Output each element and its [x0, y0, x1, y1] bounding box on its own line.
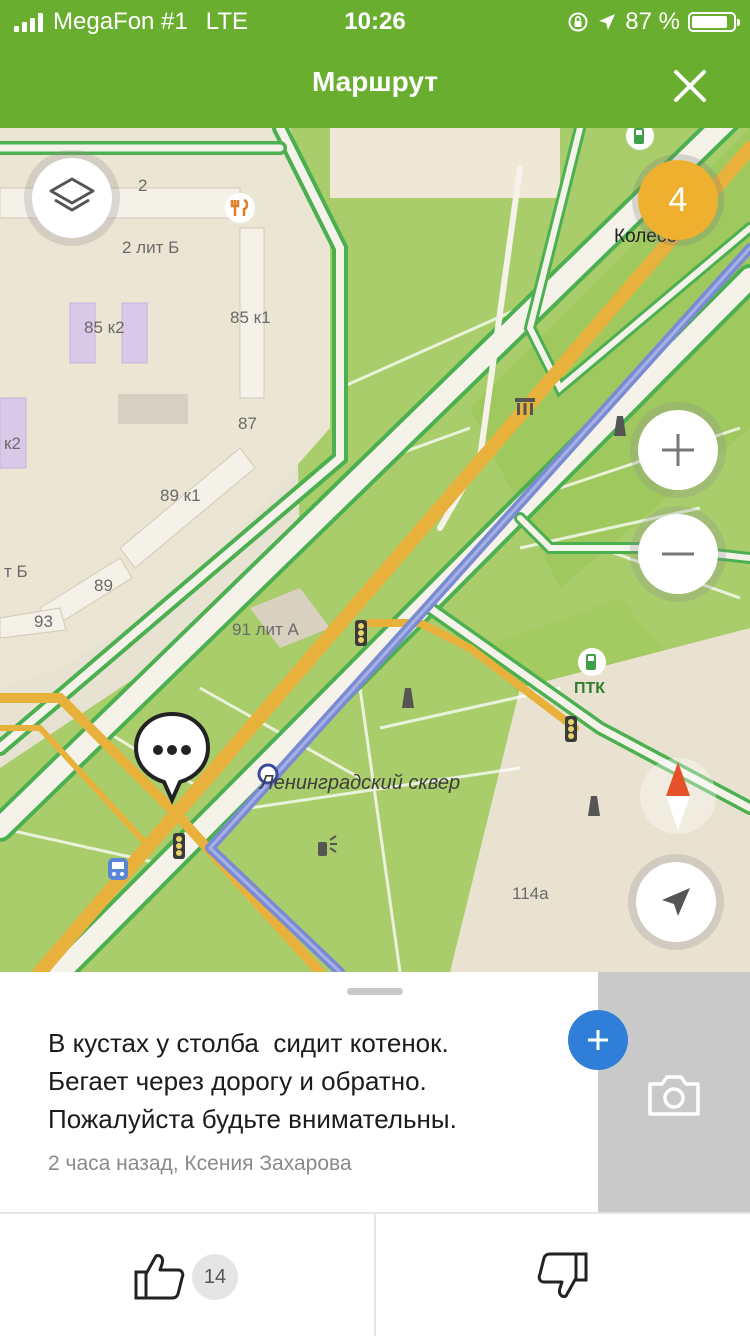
map-label: т Б	[4, 562, 28, 581]
add-button[interactable]	[568, 1010, 628, 1070]
reaction-bar: 14	[0, 1212, 750, 1336]
thumbs-down-icon	[537, 1252, 588, 1298]
comment-line: Пожалуйста будьте внимательны.	[48, 1104, 457, 1134]
like-count: 14	[192, 1254, 238, 1300]
my-location-button[interactable]	[636, 862, 716, 942]
map-label: ПТК	[574, 680, 606, 697]
app-header: Маршрут	[0, 44, 750, 128]
comment-sheet: В кустах у столба сидит котенок. Бегает …	[0, 972, 750, 1212]
comment-line: Бегает через дорогу и обратно.	[48, 1066, 427, 1096]
map-label: 89 к1	[160, 486, 201, 505]
map-label: к2	[4, 434, 21, 453]
navigation-arrow-icon	[662, 888, 690, 916]
tram-stop-icon	[108, 858, 128, 880]
minus-icon	[662, 552, 694, 556]
status-bar: MegaFon #1 LTE 10:26 87 %	[0, 0, 750, 44]
close-icon[interactable]	[670, 66, 710, 106]
map-label: 87	[238, 414, 257, 433]
map-label: 85 к2	[84, 318, 125, 337]
page-title: Маршрут	[311, 66, 439, 97]
map-label: 89	[94, 576, 113, 595]
drag-handle[interactable]	[347, 988, 403, 995]
cluster-badge[interactable]: 4	[638, 160, 718, 240]
traffic-light-icon	[565, 716, 577, 742]
orientation-lock-icon	[568, 12, 588, 32]
battery-percent: 87 %	[625, 8, 680, 35]
map-label: 2	[138, 176, 148, 195]
map-label: 85 к1	[230, 308, 271, 327]
status-right: 87 %	[567, 8, 740, 36]
map-label: 114а	[512, 884, 549, 903]
zoom-in-button[interactable]	[638, 410, 718, 490]
map-label: 2 лит Б	[122, 238, 180, 257]
map-label: 93	[34, 612, 53, 631]
traffic-light-icon	[173, 833, 185, 859]
zoom-out-button[interactable]	[638, 514, 718, 594]
plus-icon	[588, 1030, 608, 1050]
layers-button[interactable]	[32, 158, 112, 238]
map-label-park: Ленинградский сквер	[260, 772, 461, 794]
plus-icon	[662, 434, 694, 466]
comment-meta: 2 часа назад, Ксения Захарова	[48, 1152, 352, 1175]
comment-line: В кустах у столба сидит котенок.	[48, 1028, 449, 1058]
add-photo-button[interactable]	[598, 972, 750, 1212]
layers-icon	[49, 177, 95, 212]
comment-text: В кустах у столба сидит котенок. Бегает …	[48, 1024, 568, 1138]
thumbs-up-icon	[134, 1254, 185, 1300]
location-arrow-icon	[599, 14, 616, 30]
compass-button[interactable]	[640, 758, 716, 834]
map-view[interactable]: 2 2 лит Б 85 к2 85 к1 87 к2 89 к1 т Б 89…	[0, 128, 750, 972]
compass-icon	[666, 762, 690, 830]
fuel-station-icon	[578, 648, 606, 676]
dislike-button[interactable]	[376, 1214, 750, 1336]
battery-icon	[688, 12, 740, 32]
like-button[interactable]: 14	[0, 1214, 374, 1336]
restaurant-icon	[225, 193, 255, 223]
camera-icon	[648, 1075, 700, 1116]
traffic-light-icon	[355, 620, 367, 646]
map-label: 91 лит А	[232, 620, 299, 639]
museum-icon	[515, 398, 535, 415]
